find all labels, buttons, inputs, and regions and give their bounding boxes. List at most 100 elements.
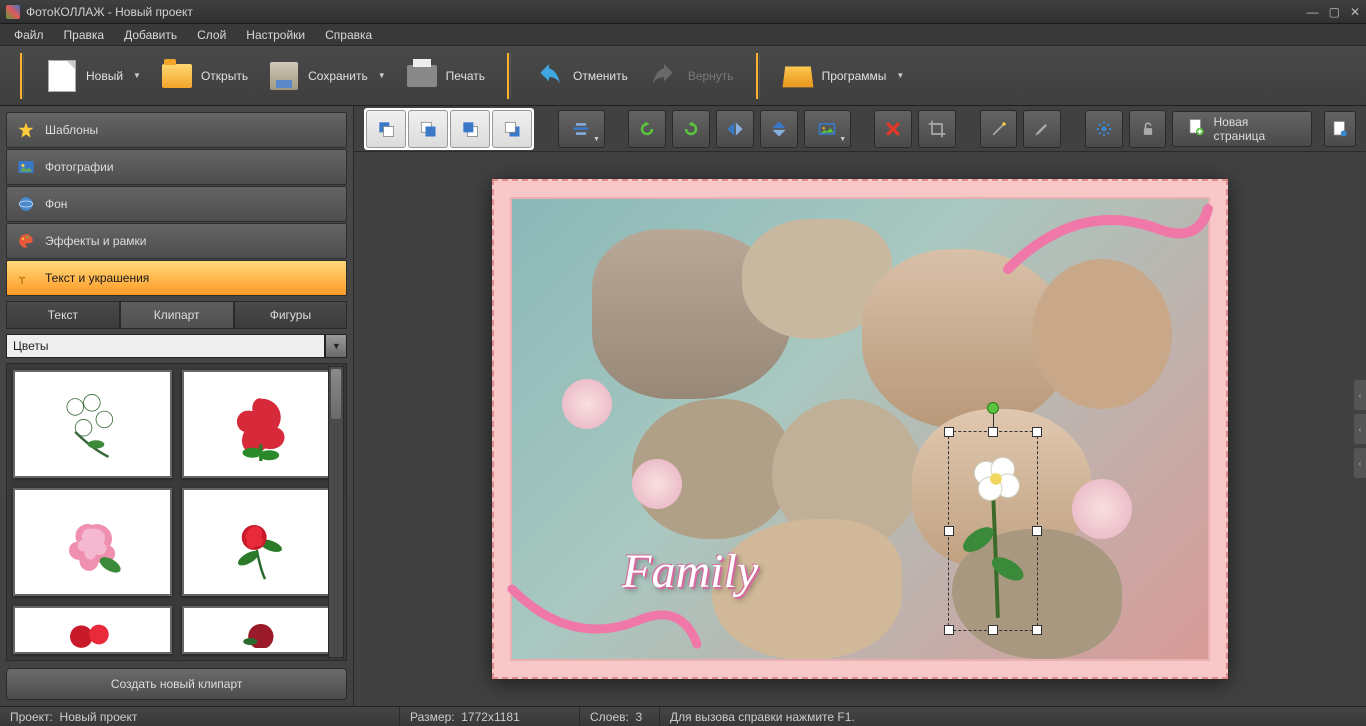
close-icon[interactable]: ✕ [1350,5,1360,19]
layer-backward-button[interactable] [408,110,448,148]
right-flyout-tabs: ‹ ‹ ‹ [1354,378,1366,480]
delete-button[interactable] [874,110,912,148]
printer-icon [406,60,438,92]
maximize-icon[interactable]: ▢ [1329,5,1340,19]
collage-canvas[interactable]: Family [492,179,1228,679]
clipart-item[interactable] [13,488,172,596]
minimize-icon[interactable]: — [1307,5,1319,19]
accordion-label: Фотографии [45,160,114,174]
rotate-right-button[interactable] [672,110,710,148]
window-title: ФотоКОЛЛАЖ - Новый проект [26,5,1307,19]
menu-edit[interactable]: Правка [54,25,115,45]
resize-handle[interactable] [944,526,954,536]
clipart-item[interactable] [182,606,341,654]
wand-button[interactable] [980,110,1018,148]
accordion-label: Эффекты и рамки [45,234,146,248]
menu-layer[interactable]: Слой [187,25,236,45]
category-combo[interactable]: Цветы [6,334,325,358]
fit-button[interactable]: ▼ [804,110,851,148]
menu-help[interactable]: Справка [315,25,382,45]
resize-handle[interactable] [944,625,954,635]
create-clipart-button[interactable]: Создать новый клипарт [6,668,347,700]
main-toolbar: Новый▼ Открыть Сохранить▼ Печать Отменит… [0,46,1366,106]
svg-text:T: T [19,275,25,285]
flip-horizontal-button[interactable] [716,110,754,148]
new-file-icon [46,60,78,92]
palette-icon [17,232,35,250]
layer-back-button[interactable] [366,110,406,148]
redo-button[interactable]: Вернуть [638,54,744,98]
photo-icon [17,158,35,176]
canvas-area: ▼ ▼ Новая страница [354,106,1366,706]
status-help: Для вызова справки нажмите F1. [660,707,1366,726]
accordion-label: Фон [45,197,67,211]
status-project: Проект: Новый проект [0,707,400,726]
new-button[interactable]: Новый▼ [36,54,151,98]
flyout-tab[interactable]: ‹ [1354,380,1366,410]
page-settings-button[interactable] [1324,111,1356,147]
accordion-label: Шаблоны [45,123,98,137]
status-bar: Проект: Новый проект Размер: 1772x1181 С… [0,706,1366,726]
tab-shapes[interactable]: Фигуры [234,301,348,329]
open-button[interactable]: Открыть [151,54,258,98]
crop-button[interactable] [918,110,956,148]
accordion-text-decor[interactable]: T Текст и украшения [6,260,347,296]
resize-handle[interactable] [1032,427,1042,437]
accordion-label: Текст и украшения [45,271,149,285]
scrollbar[interactable] [328,366,344,658]
settings-button[interactable] [1085,110,1123,148]
resize-handle[interactable] [1032,625,1042,635]
star-icon [17,121,35,139]
resize-handle[interactable] [988,427,998,437]
lock-button[interactable] [1129,110,1167,148]
globe-icon [17,195,35,213]
new-page-label: Новая страница [1213,115,1296,143]
box-icon [782,60,814,92]
chevron-down-icon: ▼ [332,341,341,351]
programs-button[interactable]: Программы▼ [772,54,915,98]
page-gear-icon [1331,119,1349,139]
resize-handle[interactable] [988,625,998,635]
new-page-button[interactable]: Новая страница [1172,111,1311,147]
sub-tabs: Текст Клипарт Фигуры [6,301,347,329]
resize-handle[interactable] [1032,526,1042,536]
canvas-text-family[interactable]: Family [622,544,758,599]
menu-file[interactable]: Файл [4,25,54,45]
tab-text[interactable]: Текст [6,301,120,329]
resize-handle[interactable] [944,427,954,437]
clipart-item[interactable] [13,606,172,654]
rotate-handle[interactable] [987,402,999,414]
clipart-item[interactable] [182,488,341,596]
flyout-tab[interactable]: ‹ [1354,414,1366,444]
menu-settings[interactable]: Настройки [236,25,315,45]
accordion-templates[interactable]: Шаблоны [6,112,347,148]
scroll-thumb[interactable] [331,369,341,419]
accordion-background[interactable]: Фон [6,186,347,222]
selected-clipart-flower[interactable] [949,432,1037,628]
accordion-effects[interactable]: Эффекты и рамки [6,223,347,259]
layer-forward-button[interactable] [450,110,490,148]
tab-clipart[interactable]: Клипарт [120,301,234,329]
canvas-viewport[interactable]: Family [354,152,1366,706]
accordion-photos[interactable]: Фотографии [6,149,347,185]
canvas-background: Family [510,197,1210,661]
undo-button[interactable]: Отменить [523,54,638,98]
print-button[interactable]: Печать [396,54,495,98]
align-button[interactable]: ▼ [558,110,605,148]
save-button[interactable]: Сохранить▼ [258,54,396,98]
clipart-grid [6,363,347,661]
page-add-icon [1187,117,1205,140]
rotate-left-button[interactable] [628,110,666,148]
menu-add[interactable]: Добавить [114,25,187,45]
brush-button[interactable] [1023,110,1061,148]
clipart-item[interactable] [13,370,172,478]
layer-front-button[interactable] [492,110,532,148]
folder-open-icon [161,60,193,92]
flip-vertical-button[interactable] [760,110,798,148]
combo-dropdown-button[interactable]: ▼ [325,334,347,358]
clipart-item[interactable] [182,370,341,478]
side-panel: Шаблоны Фотографии Фон Эффекты и рамки T… [0,106,354,706]
flyout-tab[interactable]: ‹ [1354,448,1366,478]
selection-box[interactable] [948,431,1038,631]
menu-bar: Файл Правка Добавить Слой Настройки Спра… [0,24,1366,46]
